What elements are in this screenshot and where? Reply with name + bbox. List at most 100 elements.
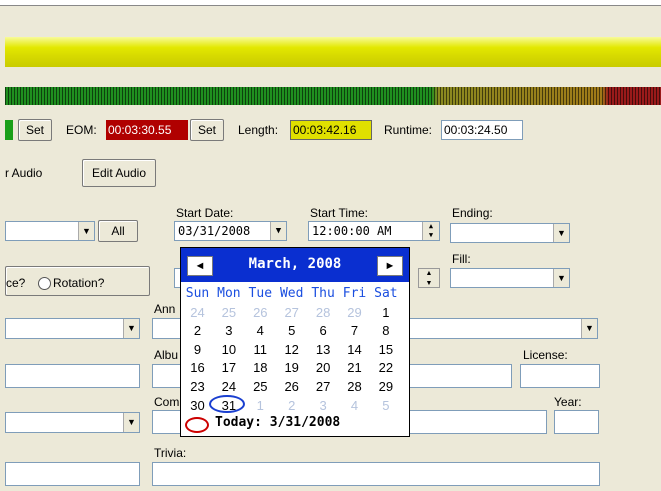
start-time-label: Start Time: xyxy=(310,206,369,220)
start-time-field[interactable]: 12:00:00 AM ▲ ▼ xyxy=(308,221,440,241)
next-month-icon[interactable]: ► xyxy=(377,256,403,276)
window-top-strip xyxy=(0,0,661,6)
start-date-value: 03/31/2008 xyxy=(178,224,251,238)
edit-audio-button[interactable]: Edit Audio xyxy=(82,159,156,187)
set-eom-button[interactable]: Set xyxy=(190,119,224,141)
year-label: Year: xyxy=(554,395,582,409)
combo-dropdown-icon[interactable]: ▼ xyxy=(78,222,94,240)
calendar-day[interactable]: 5 xyxy=(276,323,307,338)
calendar-day[interactable]: 27 xyxy=(276,305,307,320)
calendar-day[interactable]: 20 xyxy=(308,360,339,375)
spinner2-icon[interactable]: ▲ ▼ xyxy=(418,268,440,288)
calendar-day[interactable]: 3 xyxy=(213,323,244,338)
album-label: Albu xyxy=(154,348,179,362)
left-field-5[interactable] xyxy=(5,462,140,486)
prev-month-icon[interactable]: ◄ xyxy=(187,256,213,276)
calendar-day[interactable]: 7 xyxy=(339,323,370,338)
weekday-header: Sat xyxy=(374,286,398,301)
calendar-day[interactable]: 14 xyxy=(339,342,370,357)
set-start-button[interactable]: Set xyxy=(18,119,52,141)
calendar-day[interactable]: 25 xyxy=(213,305,244,320)
calendar-popup[interactable]: ◄ March, 2008 ► Sun Mon Tue Wed Thu Fri Sat 24 2… xyxy=(180,247,410,437)
calendar-day[interactable]: 10 xyxy=(213,342,244,357)
runtime-label: Runtime: xyxy=(384,123,433,137)
left-combo[interactable]: ▼ xyxy=(5,221,95,241)
calendar-day[interactable]: 4 xyxy=(339,398,370,413)
calendar-day[interactable]: 11 xyxy=(245,342,276,357)
today-circle xyxy=(209,395,245,413)
calendar-day[interactable]: 24 xyxy=(213,379,244,394)
today-marker-icon xyxy=(185,417,209,433)
calendar-day[interactable]: 12 xyxy=(276,342,307,357)
calendar-day[interactable]: 2 xyxy=(276,398,307,413)
combo2-dropdown-icon[interactable]: ▼ xyxy=(123,319,139,338)
eom-value[interactable]: 00:03:30.55 xyxy=(106,120,188,140)
calendar-day[interactable]: 3 xyxy=(308,398,339,413)
calendar-day[interactable]: 27 xyxy=(308,379,339,394)
calendar-day[interactable]: 5 xyxy=(370,398,401,413)
calendar-day[interactable]: 24 xyxy=(182,305,213,320)
date-dropdown-icon[interactable]: ▼ xyxy=(270,222,286,240)
ending-label: Ending: xyxy=(452,206,493,220)
rotation-radio[interactable] xyxy=(38,277,51,290)
calendar-day[interactable]: 17 xyxy=(213,360,244,375)
calendar-day[interactable]: 2 xyxy=(182,323,213,338)
weekday-header: Tue xyxy=(248,286,273,301)
runtime-field[interactable]: 00:03:24.50 xyxy=(441,120,523,140)
time-spinner-icon[interactable]: ▲ ▼ xyxy=(422,222,439,240)
start-date-label: Start Date: xyxy=(176,206,234,220)
audio-button-partial[interactable]: r Audio xyxy=(5,166,42,180)
left-combo-2[interactable]: ▼ xyxy=(5,318,140,339)
ending-combo[interactable]: ▼ xyxy=(450,223,570,243)
comp-label: Com xyxy=(154,395,180,409)
trivia-field[interactable] xyxy=(152,462,600,486)
calendar-day[interactable]: 29 xyxy=(339,305,370,320)
ending-dropdown-icon[interactable]: ▼ xyxy=(553,224,569,242)
calendar-day[interactable]: 26 xyxy=(276,379,307,394)
start-time-value: 12:00:00 AM xyxy=(312,224,392,238)
calendar-day[interactable]: 6 xyxy=(308,323,339,338)
calendar-day[interactable]: 22 xyxy=(370,360,401,375)
ann-label: Ann xyxy=(154,302,176,316)
calendar-day[interactable]: 28 xyxy=(308,305,339,320)
year-field[interactable] xyxy=(554,410,599,434)
calendar-day[interactable]: 25 xyxy=(245,379,276,394)
weekday-header: Sun xyxy=(185,286,210,301)
left-combo-4[interactable]: ▼ xyxy=(5,412,140,433)
weekday-header: Thu xyxy=(311,286,335,301)
calendar-day[interactable]: 19 xyxy=(276,360,307,375)
calendar-day[interactable]: 8 xyxy=(370,323,401,338)
all-button[interactable]: All xyxy=(98,220,138,242)
weekday-header: Fri xyxy=(342,286,367,301)
calendar-day[interactable]: 15 xyxy=(370,342,401,357)
calendar-header: ◄ March, 2008 ► xyxy=(181,248,409,282)
combo4-dropdown-icon[interactable]: ▼ xyxy=(123,413,139,432)
calendar-day[interactable]: 4 xyxy=(245,323,276,338)
calendar-day[interactable]: 23 xyxy=(182,379,213,394)
eom-label: EOM: xyxy=(66,123,97,137)
calendar-day[interactable]: 28 xyxy=(339,379,370,394)
rotation-option-partial[interactable]: ce? xyxy=(6,276,25,290)
level-meter xyxy=(5,87,661,105)
length-value: 00:03:42.16 xyxy=(290,120,372,140)
calendar-day[interactable]: 9 xyxy=(182,342,213,357)
today-link[interactable]: Today: 3/31/2008 xyxy=(215,415,340,430)
calendar-day[interactable]: 1 xyxy=(370,305,401,320)
left-field-3[interactable] xyxy=(5,364,140,388)
calendar-day[interactable]: 16 xyxy=(182,360,213,375)
calendar-month-title: March, 2008 xyxy=(248,256,342,272)
calendar-day[interactable]: 13 xyxy=(308,342,339,357)
calendar-day[interactable]: 1 xyxy=(245,398,276,413)
fill-combo[interactable]: ▼ xyxy=(450,268,570,288)
calendar-day[interactable]: 18 xyxy=(245,360,276,375)
license-field[interactable] xyxy=(520,364,600,388)
ann-dropdown-icon[interactable]: ▼ xyxy=(581,319,597,338)
weekday-header: Wed xyxy=(279,286,304,301)
calendar-day[interactable]: 29 xyxy=(370,379,401,394)
calendar-day[interactable]: 26 xyxy=(245,305,276,320)
calendar-day[interactable]: 21 xyxy=(339,360,370,375)
length-label: Length: xyxy=(238,123,279,137)
weekday-header: Mon xyxy=(217,286,241,301)
fill-dropdown-icon[interactable]: ▼ xyxy=(553,269,569,287)
start-date-field[interactable]: 03/31/2008 ▼ xyxy=(174,221,287,241)
